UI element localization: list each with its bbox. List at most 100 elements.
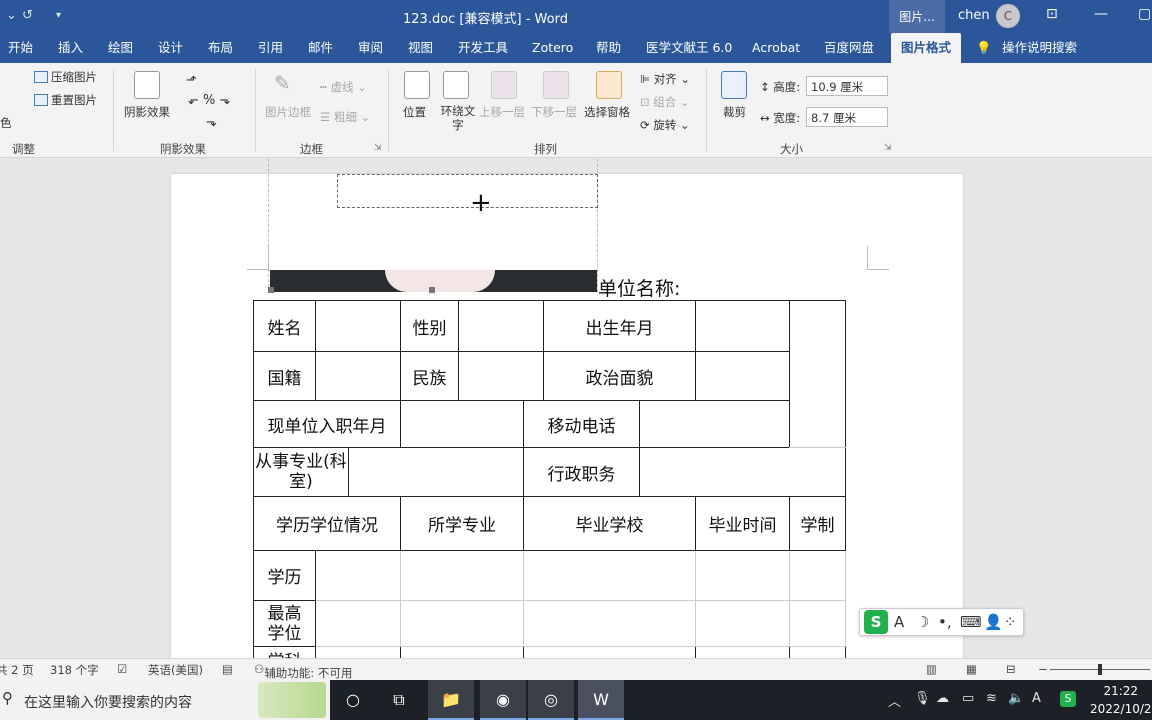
ime-user-icon[interactable]: 👤 [984,613,1003,631]
table-cell[interactable] [315,646,401,658]
color-button[interactable]: 色 [0,115,12,131]
cell-entry-date-value[interactable] [400,400,524,448]
picture-crop-region[interactable] [337,174,598,208]
tab-mailings[interactable]: 邮件 [308,33,333,63]
macro-icon[interactable]: ▤ [222,662,233,676]
tab-acrobat[interactable]: Acrobat [752,33,800,63]
ime-punctuation-icon[interactable]: •, [938,613,952,631]
tab-zotero[interactable]: Zotero [532,33,573,63]
weight-button[interactable]: ☰ 粗细 ⌄ [320,109,370,125]
zoom-out-icon[interactable]: − [1038,662,1048,676]
proofing-icon[interactable]: ☑ [117,662,127,676]
cell-ethnicity-value[interactable] [458,351,544,401]
cell-name-value[interactable] [315,300,401,352]
ribbon-display-options-icon[interactable]: ⊡ [1046,6,1058,22]
send-backward-button[interactable]: 下移一层 [531,104,577,120]
onedrive-icon[interactable]: ☁ [936,691,949,706]
tab-references[interactable]: 引用 [258,33,283,63]
cell-nationality-value[interactable] [315,351,401,401]
multitask-icon[interactable]: ⧉ [376,680,422,720]
selection-pane-button[interactable]: 选择窗格 [584,104,630,120]
cell-admin-post-value[interactable] [639,447,846,497]
file-explorer-icon[interactable]: 📁 [428,680,474,720]
tab-baidu-netdisk[interactable]: 百度网盘 [824,33,874,63]
sogou-logo-icon[interactable]: S [864,610,888,634]
table-cell[interactable] [695,600,790,647]
table-cell[interactable] [523,550,696,601]
cell-mobile-value[interactable] [639,400,790,448]
width-input[interactable]: 8.7 厘米 [806,107,888,127]
table-cell[interactable] [523,600,696,647]
read-mode-icon[interactable]: ▥ [926,662,937,676]
ime-toolbox-icon[interactable]: ⁘ [1004,613,1017,631]
tab-draw[interactable]: 绘图 [108,33,133,63]
cell-birth-value[interactable] [695,300,790,352]
table-cell[interactable] [695,646,790,658]
system-clock[interactable]: 21:22 2022/10/2 [1090,682,1152,718]
chrome-icon[interactable]: ◉ [480,680,526,720]
avatar[interactable]: C [996,4,1020,28]
input-language-indicator[interactable]: A [1032,691,1041,706]
autosave-chevron-icon[interactable]: ⌄ [6,8,17,23]
cell-specialty-value[interactable] [348,447,524,497]
compress-pictures-button[interactable]: 压缩图片 [34,69,97,85]
crop-button[interactable]: 裁剪 [723,104,746,120]
table-cell[interactable] [400,646,524,658]
bring-forward-button[interactable]: 上移一层 [479,104,525,120]
table-cell[interactable] [789,646,846,658]
rotate-button[interactable]: ⟳ 旋转 ⌄ [640,117,690,133]
ime-language-icon[interactable]: A [894,613,904,631]
group-button[interactable]: ⊡ 组合 ⌄ [640,94,690,110]
cell-photo-slot[interactable] [789,300,846,448]
resize-handle[interactable] [429,287,435,293]
wrap-text-button[interactable]: 环绕文字 [438,104,478,132]
picture-border-button[interactable]: 图片边框 [265,104,311,120]
tab-layout[interactable]: 布局 [208,33,233,63]
shadow-nudge-up-icon[interactable]: ⬏ [186,73,197,88]
tab-design[interactable]: 设计 [158,33,183,63]
table-cell[interactable] [315,550,401,601]
tell-me-search[interactable]: 操作说明搜索 [1002,33,1077,63]
ime-moon-icon[interactable]: ☽ [916,613,929,631]
border-dialog-launcher-icon[interactable]: ⇲ [374,143,382,153]
height-input[interactable]: 10.9 厘米 [806,76,888,96]
tab-home[interactable]: 开始 [8,33,33,63]
position-button[interactable]: 位置 [403,104,426,120]
cell-gender-value[interactable] [458,300,544,352]
table-cell[interactable] [400,550,524,601]
shadow-nudge-icons[interactable]: ⬐ % ⬎ [188,93,230,108]
tab-view[interactable]: 视图 [408,33,433,63]
battery-icon[interactable]: ▭ [962,691,974,706]
page-count[interactable]: 共 2 页 [0,662,34,678]
resize-handle[interactable] [268,287,274,293]
taskbar-search[interactable]: ⚲ 在这里输入你要搜索的内容 [0,680,330,720]
table-cell[interactable] [789,600,846,647]
task-view-icon[interactable]: ○ [330,680,376,720]
document-page[interactable]: + 单位名称: 姓名 性别 出生年月 国籍 民族 政治面貌 现单位入职年月 移动… [171,158,963,658]
search-input[interactable]: 在这里输入你要搜索的内容 [24,692,192,712]
tab-review[interactable]: 审阅 [358,33,383,63]
size-dialog-launcher-icon[interactable]: ⇲ [884,143,892,153]
web-layout-icon[interactable]: ⊟ [1006,662,1016,676]
tab-picture-format[interactable]: 图片格式 [891,33,962,63]
shadow-nudge-down-icon[interactable]: ⬎ [206,115,217,130]
word-app-icon[interactable]: W [578,680,624,720]
table-cell[interactable] [789,550,846,601]
word-count[interactable]: 318 个字 [50,662,99,678]
quick-access-more-icon[interactable]: ▾ [56,10,61,21]
zoom-slider-thumb[interactable] [1098,664,1102,675]
align-button[interactable]: ⊫ 对齐 ⌄ [640,71,690,87]
tab-insert[interactable]: 插入 [58,33,83,63]
reset-picture-button[interactable]: 重置图片 [34,92,97,108]
cell-political-status-value[interactable] [695,351,790,401]
tab-help[interactable]: 帮助 [596,33,621,63]
table-cell[interactable] [523,646,696,658]
shadow-effects-button[interactable]: 阴影效果 [124,104,170,120]
dashes-button[interactable]: ┅ 虚线 ⌄ [320,79,367,95]
table-cell[interactable] [695,550,790,601]
volume-icon[interactable]: 🔈 [1008,691,1024,706]
user-name[interactable]: chen [958,8,990,23]
accessibility-status[interactable]: ⚇ 辅助功能: 不可用 [254,662,352,680]
table-cell[interactable] [315,600,401,647]
tray-overflow-icon[interactable]: ︿ [888,691,901,710]
